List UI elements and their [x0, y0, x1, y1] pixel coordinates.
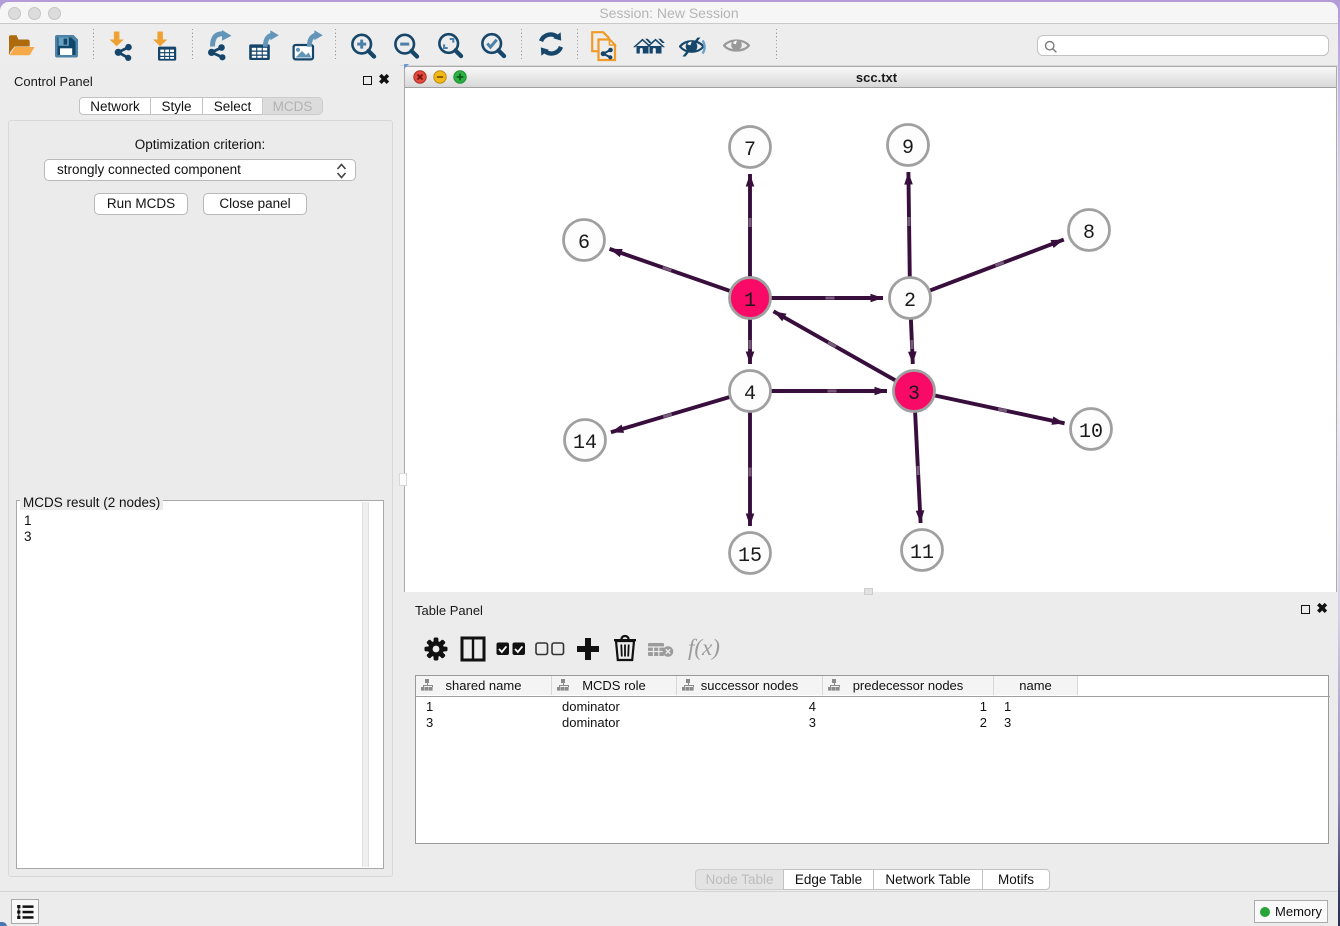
- svg-text:9: 9: [902, 137, 914, 160]
- svg-text:4: 4: [744, 383, 756, 406]
- svg-text:2: 2: [904, 290, 916, 313]
- svg-text:3: 3: [908, 383, 920, 406]
- svg-text:11: 11: [910, 542, 934, 565]
- svg-text:6: 6: [578, 232, 590, 255]
- svg-text:1: 1: [744, 290, 756, 313]
- svg-text:14: 14: [573, 432, 597, 455]
- svg-text:10: 10: [1079, 421, 1103, 444]
- svg-text:15: 15: [738, 545, 762, 568]
- svg-text:8: 8: [1083, 222, 1095, 245]
- svg-text:7: 7: [744, 139, 756, 162]
